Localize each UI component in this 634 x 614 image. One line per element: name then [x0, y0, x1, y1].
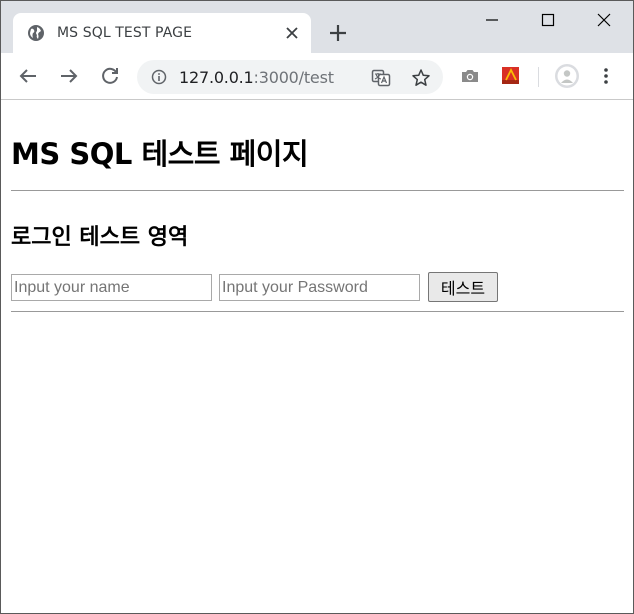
page-title: MS SQL 테스트 페이지: [11, 137, 309, 171]
name-input[interactable]: [11, 274, 212, 301]
url-text: 127.0.0.1:3000/test: [179, 68, 334, 87]
plus-icon[interactable]: [327, 22, 349, 44]
test-button[interactable]: 테스트: [428, 272, 498, 302]
browser-window: MS SQL TEST PAGE 127.0.0.1:3000/test MS …: [0, 0, 634, 614]
extension-icon[interactable]: [500, 65, 522, 87]
section-title: 로그인 테스트 영역: [11, 225, 189, 250]
camera-icon[interactable]: [459, 65, 481, 87]
password-input[interactable]: [219, 274, 420, 301]
tab-active[interactable]: MS SQL TEST PAGE: [13, 13, 311, 53]
info-icon[interactable]: [151, 69, 167, 85]
url-host: 127.0.0.1: [179, 68, 254, 87]
page-content: MS SQL 테스트 페이지 로그인 테스트 영역 테스트: [1, 101, 633, 613]
back-arrow-icon[interactable]: [17, 65, 39, 87]
close-icon[interactable]: [283, 24, 301, 42]
divider-bottom: [11, 311, 624, 312]
address-bar[interactable]: 127.0.0.1:3000/test: [137, 60, 443, 94]
profile-icon[interactable]: [554, 63, 580, 89]
translate-icon[interactable]: [371, 68, 391, 88]
star-icon[interactable]: [411, 68, 431, 88]
globe-icon: [28, 25, 44, 41]
minimize-icon[interactable]: [479, 7, 505, 33]
toolbar-divider: [538, 67, 539, 87]
forward-arrow-icon[interactable]: [58, 65, 80, 87]
menu-dots-icon[interactable]: [595, 65, 617, 87]
browser-toolbar: 127.0.0.1:3000/test: [1, 53, 633, 100]
maximize-icon[interactable]: [535, 7, 561, 33]
tab-title: MS SQL TEST PAGE: [57, 25, 193, 41]
url-path: :3000/test: [253, 68, 334, 87]
window-close-icon[interactable]: [591, 7, 617, 33]
reload-icon[interactable]: [99, 65, 121, 87]
divider-top: [11, 190, 624, 191]
tab-strip: MS SQL TEST PAGE: [1, 1, 633, 53]
